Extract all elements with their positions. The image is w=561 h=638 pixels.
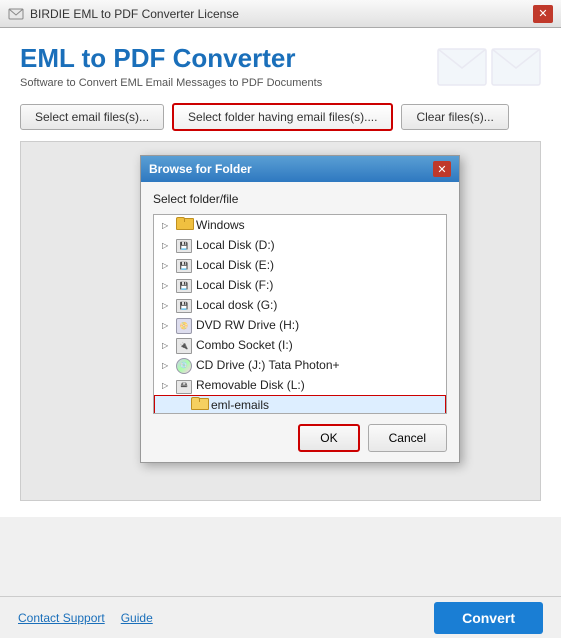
app-subtitle: Software to Convert EML Email Messages t… [20, 77, 322, 89]
drive-icon-d: 💾 [176, 237, 192, 253]
drive-icon-e: 💾 [176, 257, 192, 273]
tree-item-drive-g[interactable]: ▷ 💾 Local dosk (G:) [154, 295, 446, 315]
tree-arrow: ▷ [162, 261, 176, 270]
title-bar-left: BIRDIE EML to PDF Converter License [8, 6, 239, 22]
toolbar: Select email files(s)... Select folder h… [20, 103, 541, 131]
cd-icon-j: 💿 [176, 356, 192, 374]
dialog-close-button[interactable]: ✕ [433, 161, 451, 177]
envelope-icon-2 [491, 48, 541, 86]
app-title: EML to PDF Converter [20, 44, 322, 73]
tree-item-drive-e[interactable]: ▷ 💾 Local Disk (E:) [154, 255, 446, 275]
bottom-links: Contact Support Guide [18, 611, 153, 625]
tree-item-windows[interactable]: ▷ Windows [154, 215, 446, 235]
tree-arrow: ▷ [162, 301, 176, 310]
usb-icon-i: 🔌 [176, 337, 192, 354]
dialog-title-bar: Browse for Folder ✕ [141, 156, 459, 182]
tree-arrow: ▷ [162, 381, 176, 390]
tree-item-drive-f[interactable]: ▷ 💾 Local Disk (F:) [154, 275, 446, 295]
guide-link[interactable]: Guide [121, 611, 153, 625]
clear-files-button[interactable]: Clear files(s)... [401, 104, 508, 130]
dvd-icon-h: 📀 [176, 317, 192, 334]
tree-item-drive-d[interactable]: ▷ 💾 Local Disk (D:) [154, 235, 446, 255]
contact-support-link[interactable]: Contact Support [18, 611, 105, 625]
window-title: BIRDIE EML to PDF Converter License [30, 7, 239, 21]
tree-arrow: ▷ [162, 361, 176, 370]
envelope-icon-1 [437, 48, 487, 86]
cancel-button[interactable]: Cancel [368, 424, 447, 452]
browse-dialog: Browse for Folder ✕ Select folder/file ▷… [140, 155, 460, 463]
envelope-icons [437, 48, 541, 86]
app-icon [8, 6, 24, 22]
tree-arrow: ▷ [162, 241, 176, 250]
dialog-label: Select folder/file [153, 192, 447, 206]
drive-icon-g: 💾 [176, 297, 192, 313]
window-close-button[interactable]: ✕ [533, 5, 553, 23]
app-header: EML to PDF Converter Software to Convert… [20, 44, 541, 89]
bottom-bar: Contact Support Guide Convert [0, 596, 561, 638]
folder-icon-windows [176, 217, 192, 233]
tree-arrow: ▷ [162, 281, 176, 290]
tree-arrow: ▷ [162, 341, 176, 350]
dialog-body: Select folder/file ▷ Windows ▷ 💾 Local D… [141, 182, 459, 462]
tree-item-drive-i[interactable]: ▷ 🔌 Combo Socket (I:) [154, 335, 446, 355]
tree-item-drive-h[interactable]: ▷ 📀 DVD RW Drive (H:) [154, 315, 446, 335]
select-folder-button[interactable]: Select folder having email files(s).... [172, 103, 393, 131]
tree-arrow: ▷ [162, 321, 176, 330]
tree-item-drive-l[interactable]: ▷ 🖴 Removable Disk (L:) [154, 375, 446, 395]
app-title-block: EML to PDF Converter Software to Convert… [20, 44, 322, 89]
title-bar: BIRDIE EML to PDF Converter License ✕ [0, 0, 561, 28]
tree-arrow: ▷ [162, 221, 176, 230]
dialog-title: Browse for Folder [149, 162, 252, 176]
removable-icon-l: 🖴 [176, 376, 192, 394]
ok-button[interactable]: OK [298, 424, 359, 452]
folder-tree[interactable]: ▷ Windows ▷ 💾 Local Disk (D:) ▷ 💾 Local … [153, 214, 447, 414]
dialog-buttons: OK Cancel [153, 424, 447, 452]
tree-item-drive-j[interactable]: ▷ 💿 CD Drive (J:) Tata Photon+ [154, 355, 446, 375]
drive-icon-f: 💾 [176, 277, 192, 293]
folder-icon-eml-emails [191, 397, 207, 413]
select-files-button[interactable]: Select email files(s)... [20, 104, 164, 130]
tree-item-eml-emails[interactable]: eml-emails [154, 395, 446, 414]
convert-button[interactable]: Convert [434, 602, 543, 634]
